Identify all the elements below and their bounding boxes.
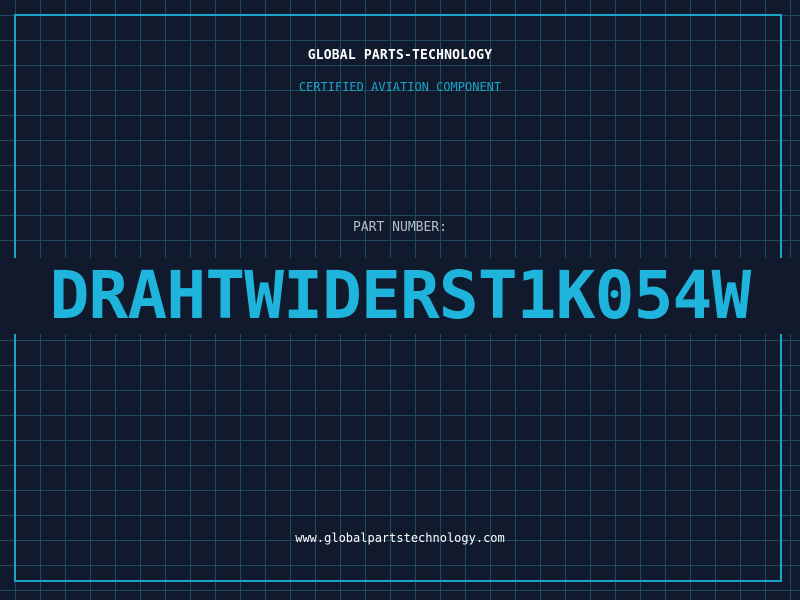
website-url: www.globalpartstechnology.com xyxy=(295,531,505,545)
part-number-label: PART NUMBER: xyxy=(353,220,447,235)
part-number-value: DRAHTWIDERST1K054W xyxy=(49,258,752,334)
company-name: GLOBAL PARTS-TECHNOLOGY xyxy=(307,48,493,63)
part-number-band: DRAHTWIDERST1K054W xyxy=(0,258,800,334)
certification-tagline: CERTIFIED AVIATION COMPONENT xyxy=(298,80,502,94)
